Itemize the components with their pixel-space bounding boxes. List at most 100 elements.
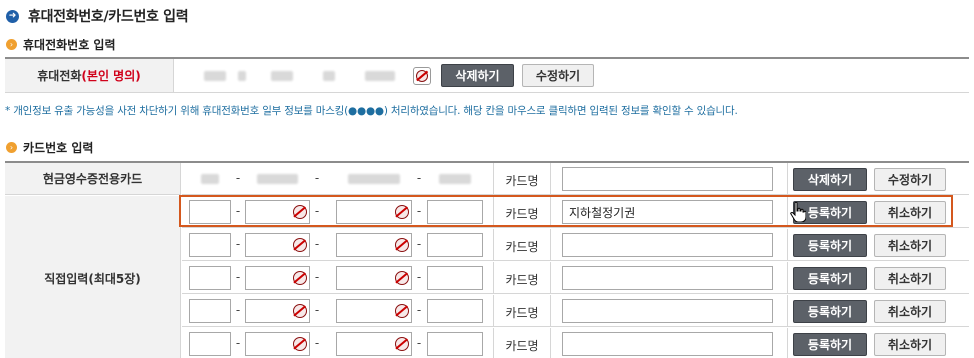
masked-eye-icon[interactable] (395, 271, 409, 285)
column-divider (550, 295, 551, 326)
card-name-label: 카드명 (505, 306, 539, 320)
card-name-input[interactable] (562, 299, 773, 323)
masked-eye-icon[interactable] (413, 66, 431, 85)
card-number-input-3[interactable] (336, 332, 412, 356)
card-number-input-1[interactable] (189, 167, 231, 191)
card-number-input-2[interactable] (245, 167, 310, 191)
card-edit-button[interactable]: 수정하기 (874, 168, 946, 191)
card-register-button[interactable]: 등록하기 (793, 333, 867, 356)
column-divider (787, 229, 788, 260)
masked-digit[interactable] (238, 70, 246, 81)
card-number-input-3[interactable] (336, 167, 412, 191)
card-number-input-4[interactable] (427, 299, 483, 323)
card-number-input-3[interactable] (336, 299, 412, 323)
direct-input-label: 직접입력(최대5장) (5, 196, 181, 358)
dash-separator: - (235, 336, 241, 350)
column-divider (550, 196, 551, 227)
card-cancel-button[interactable]: 취소하기 (874, 333, 946, 356)
dash-separator: - (314, 204, 320, 218)
phone-value-cell[interactable]: 삭제하기 수정하기 (174, 59, 969, 92)
masked-digit[interactable] (271, 70, 293, 81)
card-number-input-2[interactable] (245, 266, 310, 290)
dash-separator: - (314, 303, 320, 317)
dash-separator: - (314, 237, 320, 251)
card-number-input-2[interactable] (245, 200, 310, 224)
card-section-title: › 카드번호 입력 (6, 139, 93, 155)
dash-separator: - (416, 237, 422, 251)
card-number-input-4[interactable] (427, 233, 483, 257)
dash-separator: - (235, 303, 241, 317)
card-number-input-4[interactable] (427, 167, 483, 191)
masked-eye-icon[interactable] (293, 337, 307, 351)
orange-bullet-icon: › (6, 141, 17, 153)
card-name-input[interactable] (562, 167, 773, 191)
masked-digit[interactable] (201, 174, 219, 184)
arrow-right-circle-icon: ➜ (6, 9, 19, 23)
phone-delete-button[interactable]: 삭제하기 (441, 64, 514, 87)
masked-eye-icon[interactable] (293, 238, 307, 252)
card-number-input-2[interactable] (245, 299, 310, 323)
card-number-input-1[interactable] (189, 299, 231, 323)
masked-digit[interactable] (323, 70, 335, 81)
masked-eye-icon[interactable] (293, 271, 307, 285)
dash-separator: - (416, 303, 422, 317)
dash-separator: - (314, 171, 320, 185)
card-number-input-2[interactable] (245, 233, 310, 257)
card-number-input-1[interactable] (189, 233, 231, 257)
masked-eye-icon[interactable] (395, 304, 409, 318)
card-number-input-3[interactable] (336, 200, 412, 224)
card-name-input[interactable]: 지하철정기권 (562, 200, 773, 224)
card-number-input-4[interactable] (427, 200, 483, 224)
card-name-label: 카드명 (505, 339, 539, 353)
masked-eye-icon[interactable] (293, 304, 307, 318)
card-cancel-button[interactable]: 취소하기 (874, 234, 946, 257)
dash-separator: - (235, 270, 241, 284)
card-register-button[interactable]: 등록하기 (793, 300, 867, 323)
dash-separator: - (416, 336, 422, 350)
card-name-label: 카드명 (505, 240, 539, 254)
dash-separator: - (416, 270, 422, 284)
column-divider (787, 295, 788, 326)
column-divider (787, 163, 788, 194)
card-name-input[interactable] (562, 332, 773, 356)
masked-digit[interactable] (204, 70, 226, 81)
dash-separator: - (235, 171, 241, 185)
card-table: 현금영수증전용카드 직접입력(최대5장) - - - 카드명 삭제하기 수정하기 - - - 카드… (5, 161, 969, 358)
card-register-button[interactable]: 등록하기 (793, 234, 867, 257)
card-cancel-button[interactable]: 취소하기 (874, 201, 946, 224)
card-delete-button[interactable]: 삭제하기 (793, 168, 867, 191)
masked-digit[interactable] (348, 174, 400, 184)
phone-edit-button[interactable]: 수정하기 (522, 64, 594, 87)
card-number-input-3[interactable] (336, 233, 412, 257)
card-cancel-button[interactable]: 취소하기 (874, 300, 946, 323)
card-name-input[interactable] (562, 233, 773, 257)
masked-digit[interactable] (439, 174, 471, 184)
card-cancel-button[interactable]: 취소하기 (874, 267, 946, 290)
page-title-row: ➜ 휴대전화번호/카드번호 입력 (6, 6, 189, 26)
column-divider (550, 262, 551, 293)
masked-eye-icon[interactable] (395, 337, 409, 351)
column-divider (550, 163, 551, 194)
card-number-input-4[interactable] (427, 266, 483, 290)
card-name-input[interactable] (562, 266, 773, 290)
card-number-input-1[interactable] (189, 332, 231, 356)
dash-separator: - (416, 204, 422, 218)
card-register-button[interactable]: 등록하기 (793, 267, 867, 290)
masked-digit[interactable] (365, 70, 395, 81)
masked-digit[interactable] (257, 174, 298, 184)
orange-bullet-icon: › (6, 38, 17, 50)
masked-eye-icon[interactable] (395, 205, 409, 219)
card-number-input-2[interactable] (245, 332, 310, 356)
dash-separator: - (416, 171, 422, 185)
phone-section-title: › 휴대전화번호 입력 (6, 36, 116, 52)
masked-eye-icon[interactable] (293, 205, 307, 219)
masked-eye-icon[interactable] (395, 238, 409, 252)
card-number-input-3[interactable] (336, 266, 412, 290)
phone-table: 휴대전화 (본인 명의) 삭제하기 수정하기 (5, 57, 969, 93)
dash-separator: - (314, 336, 320, 350)
card-number-input-4[interactable] (427, 332, 483, 356)
card-number-input-1[interactable] (189, 266, 231, 290)
card-number-input-1[interactable] (189, 200, 231, 224)
dash-separator: - (314, 270, 320, 284)
card-row: - - - 카드명 등록하기 취소하기 (182, 328, 969, 358)
